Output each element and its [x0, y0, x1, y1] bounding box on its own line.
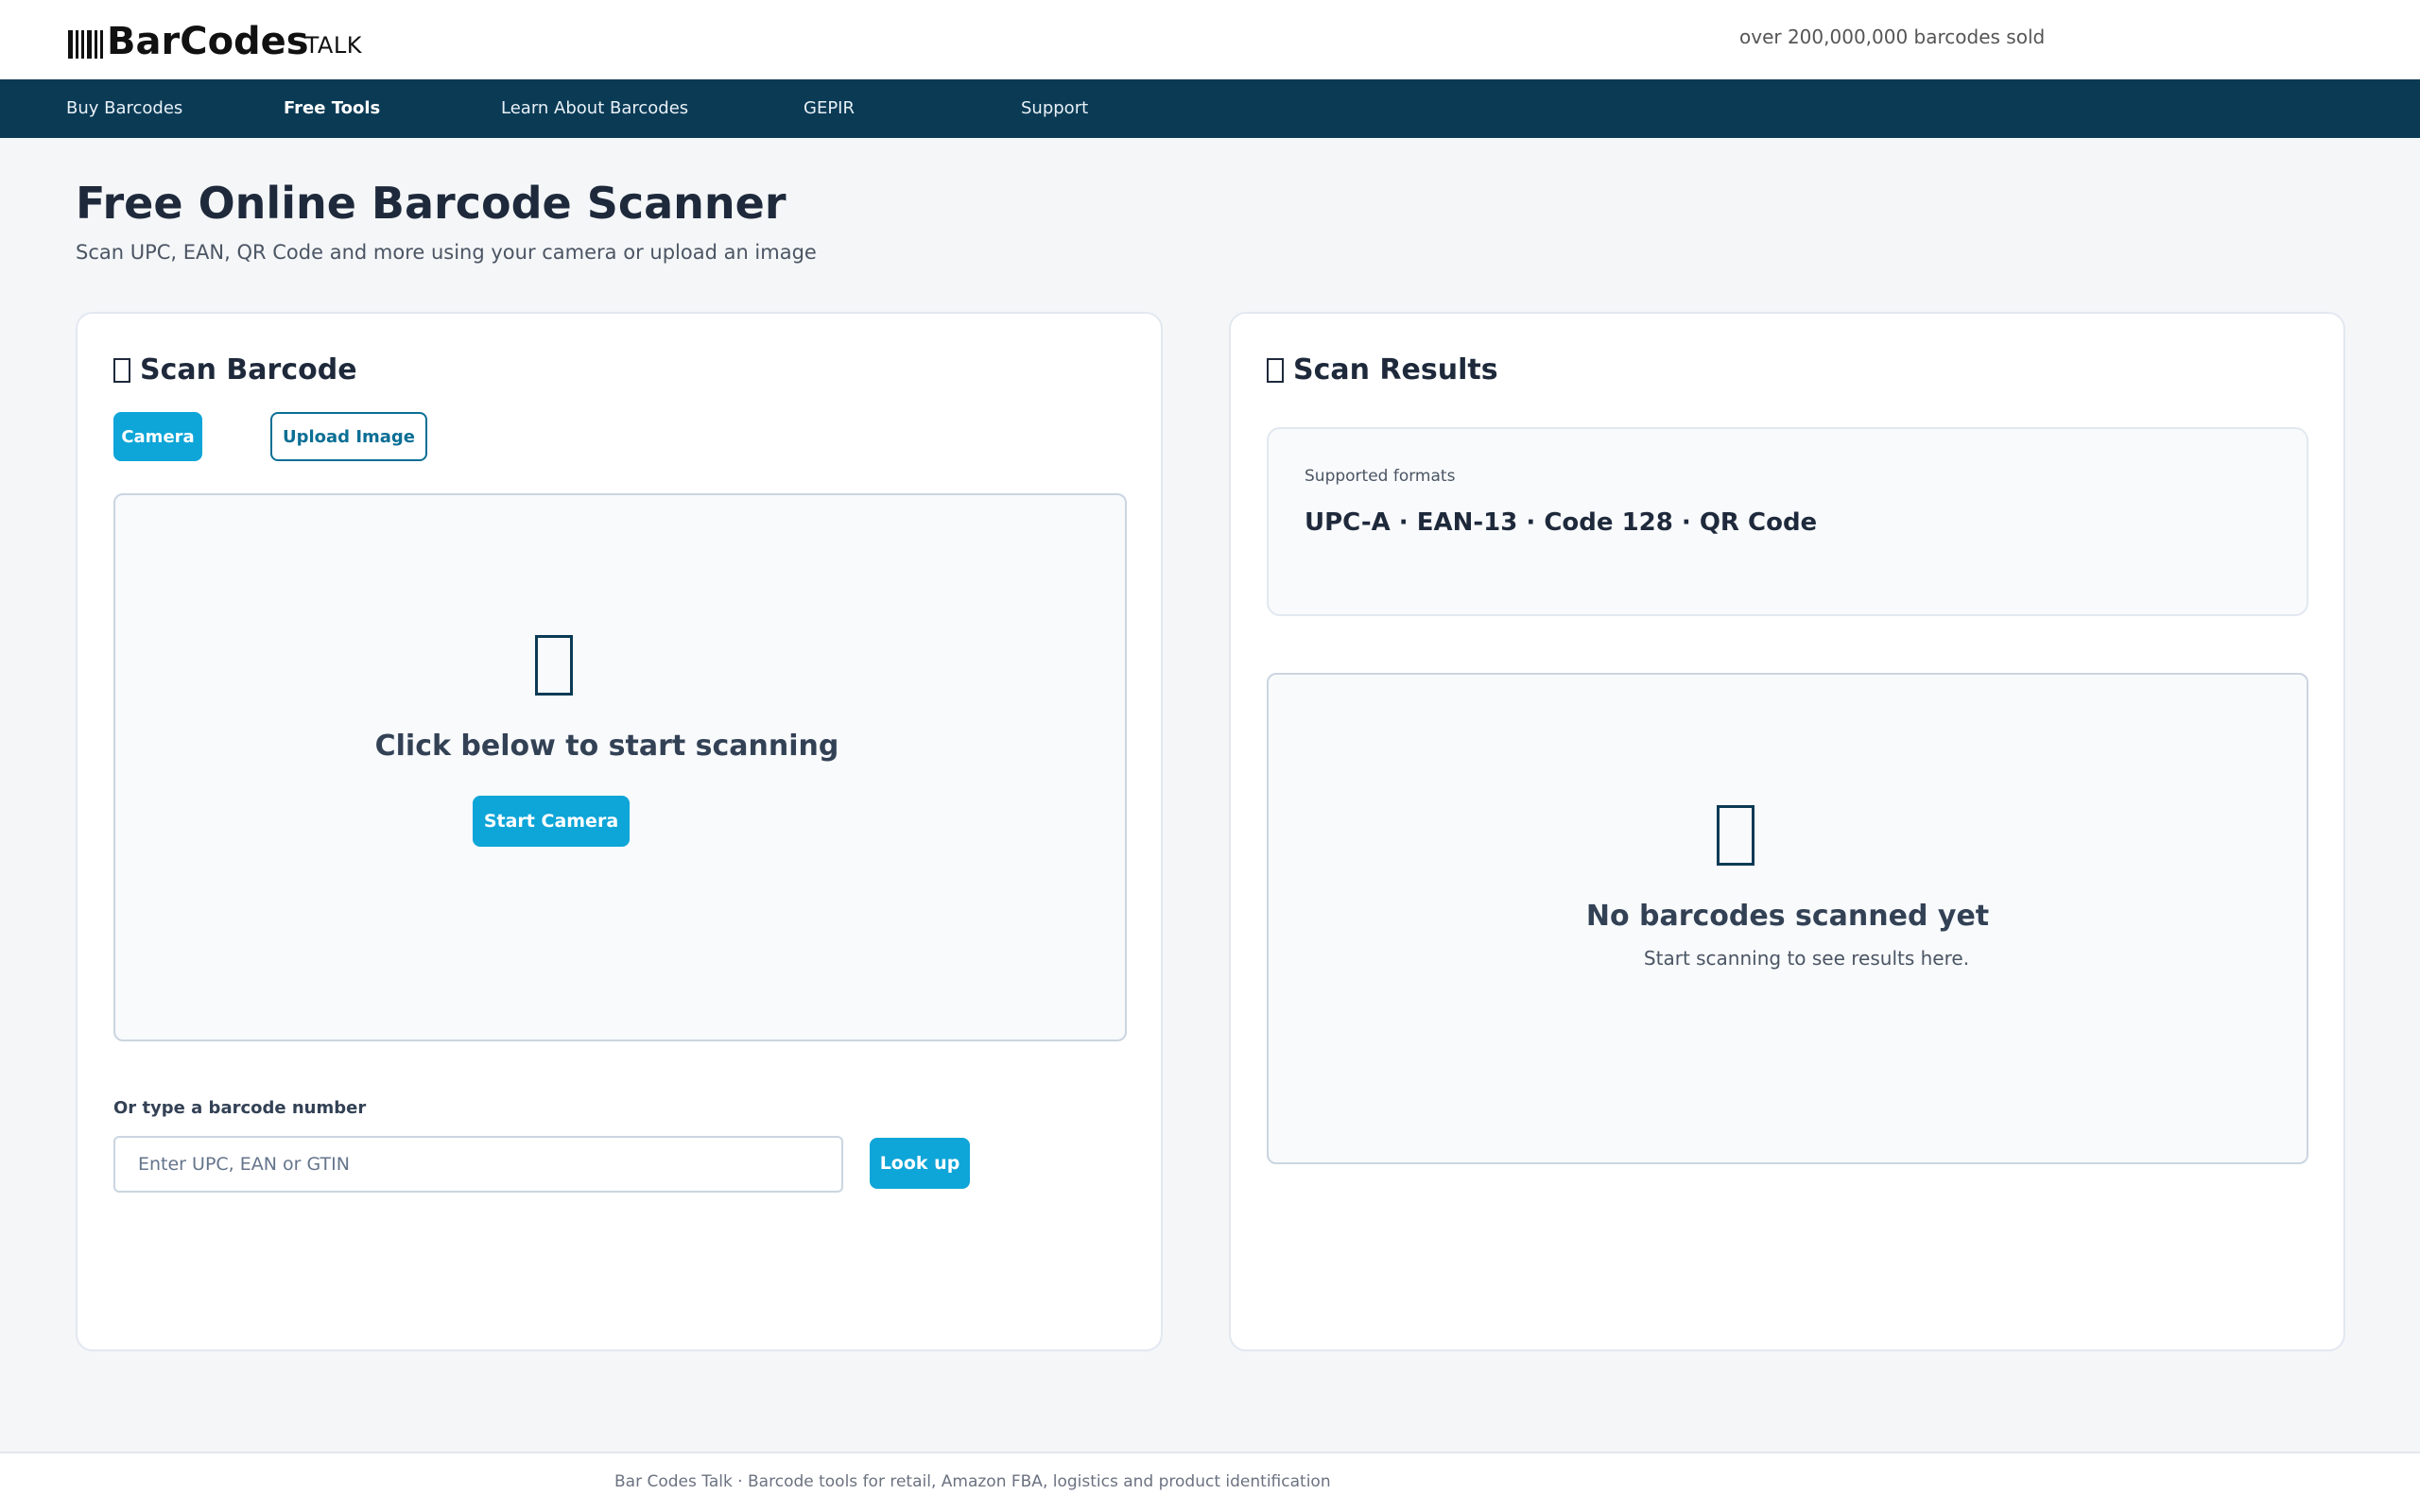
- results-empty-state: No barcodes scanned yet Start scanning t…: [1267, 673, 2308, 1164]
- scan-prompt: Click below to start scanning: [374, 730, 839, 763]
- supported-formats-label: Supported formats: [1305, 467, 1456, 486]
- main-nav: Buy Barcodes Free Tools Learn About Barc…: [0, 79, 2420, 138]
- page-subtitle: Scan UPC, EAN, QR Code and more using yo…: [76, 241, 817, 264]
- logo[interactable]: BarCodes TALK: [68, 17, 362, 64]
- tagline: over 200,000,000 barcodes sold: [1739, 26, 2046, 48]
- nav-item-free-tools[interactable]: Free Tools: [284, 98, 380, 118]
- results-card: Scan Results Supported formats UPC-A · E…: [1229, 312, 2345, 1351]
- empty-state-title: No barcodes scanned yet: [1585, 900, 1990, 933]
- tab-upload-image[interactable]: Upload Image: [270, 412, 427, 461]
- tab-camera[interactable]: Camera: [113, 412, 202, 461]
- results-icon: [1267, 357, 1284, 383]
- site-header: BarCodes TALK over 200,000,000 barcodes …: [0, 0, 2420, 79]
- results-card-title-text: Scan Results: [1293, 353, 1498, 387]
- scanner-card: Scan Barcode Camera Upload Image Click b…: [76, 312, 1163, 1351]
- supported-formats-list: UPC-A · EAN-13 · Code 128 · QR Code: [1305, 508, 1818, 537]
- empty-state-subtitle: Start scanning to see results here.: [1643, 947, 1970, 970]
- camera-icon: [535, 635, 573, 696]
- scanner-card-title: Scan Barcode: [113, 353, 357, 387]
- results-card-title: Scan Results: [1267, 353, 1498, 387]
- look-up-button[interactable]: Look up: [870, 1138, 970, 1189]
- logo-subtext: TALK: [304, 32, 362, 59]
- scanner-card-title-text: Scan Barcode: [140, 353, 357, 387]
- nav-item-gepir[interactable]: GEPIR: [804, 98, 855, 118]
- barcode-number-input[interactable]: [113, 1136, 843, 1193]
- logo-text: BarCodes: [107, 20, 309, 63]
- nav-item-learn-about-barcodes[interactable]: Learn About Barcodes: [501, 98, 688, 118]
- footer-text: Bar Codes Talk · Barcode tools for retai…: [614, 1472, 1331, 1491]
- scan-area[interactable]: Click below to start scanning Start Came…: [113, 493, 1127, 1041]
- page-title: Free Online Barcode Scanner: [76, 178, 786, 229]
- nav-item-buy-barcodes[interactable]: Buy Barcodes: [66, 98, 182, 118]
- barcode-icon: [68, 26, 103, 59]
- barcode-input-label: Or type a barcode number: [113, 1098, 367, 1118]
- site-footer: Bar Codes Talk · Barcode tools for retai…: [0, 1452, 2420, 1512]
- supported-formats-box: Supported formats UPC-A · EAN-13 · Code …: [1267, 427, 2308, 616]
- camera-icon: [113, 357, 130, 383]
- nav-item-support[interactable]: Support: [1021, 98, 1088, 118]
- barcode-icon: [1717, 805, 1754, 866]
- start-camera-button[interactable]: Start Camera: [473, 796, 630, 847]
